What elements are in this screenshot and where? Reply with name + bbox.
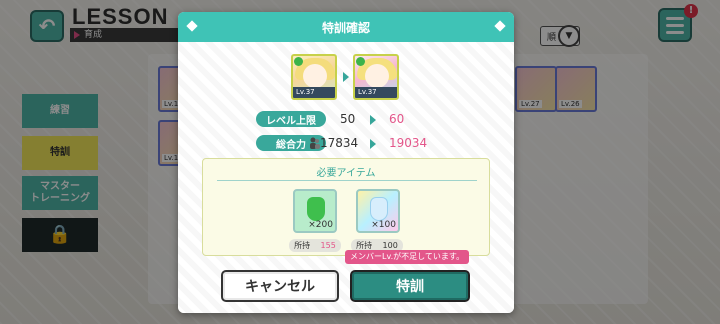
train-button[interactable]: 特訓 [350, 270, 470, 302]
owned-count: 所持 155 [289, 239, 341, 252]
card-before-portrait: Lv.37 [291, 54, 337, 100]
arrow-right-icon [343, 72, 349, 82]
level-cap-old: 50 [340, 112, 356, 126]
arrow-right-icon [370, 139, 376, 149]
required-items-title: 必要アイテム [316, 168, 376, 179]
level-cap-new: 60 [389, 112, 405, 126]
required-items-box: 必要アイテム ×200 ×100 所持 155 所持 100 [202, 158, 490, 256]
people-icon [310, 137, 320, 149]
rainbow-potion-icon[interactable]: ×100 [356, 189, 400, 233]
item-count: ×100 [371, 220, 396, 230]
diamond-icon [186, 20, 198, 32]
level-cap-label: レベル上限 [256, 111, 326, 127]
attribute-icon [294, 57, 303, 66]
dialog-title: 特訓確認 [321, 20, 370, 35]
divider [217, 180, 477, 181]
training-confirm-dialog: 特訓確認 Lv.37 Lv.37 レベル上限 50 60 総合力 17834 1… [178, 12, 514, 313]
diamond-icon [494, 20, 506, 32]
arrow-right-icon [370, 115, 376, 125]
warning-tooltip: メンバーLv.が不足しています。 [345, 250, 470, 264]
dialog-header: 特訓確認 [178, 12, 514, 42]
card-level: Lv.37 [293, 87, 335, 98]
attribute-icon [356, 57, 365, 66]
green-potion-icon[interactable]: ×200 [293, 189, 337, 233]
item-count: ×200 [308, 220, 333, 230]
total-power-old: 17834 [320, 136, 359, 150]
cancel-button[interactable]: キャンセル [221, 270, 339, 302]
total-power-new: 19034 [389, 136, 428, 150]
card-after-portrait: Lv.37 [353, 54, 399, 100]
card-level: Lv.37 [355, 87, 397, 98]
